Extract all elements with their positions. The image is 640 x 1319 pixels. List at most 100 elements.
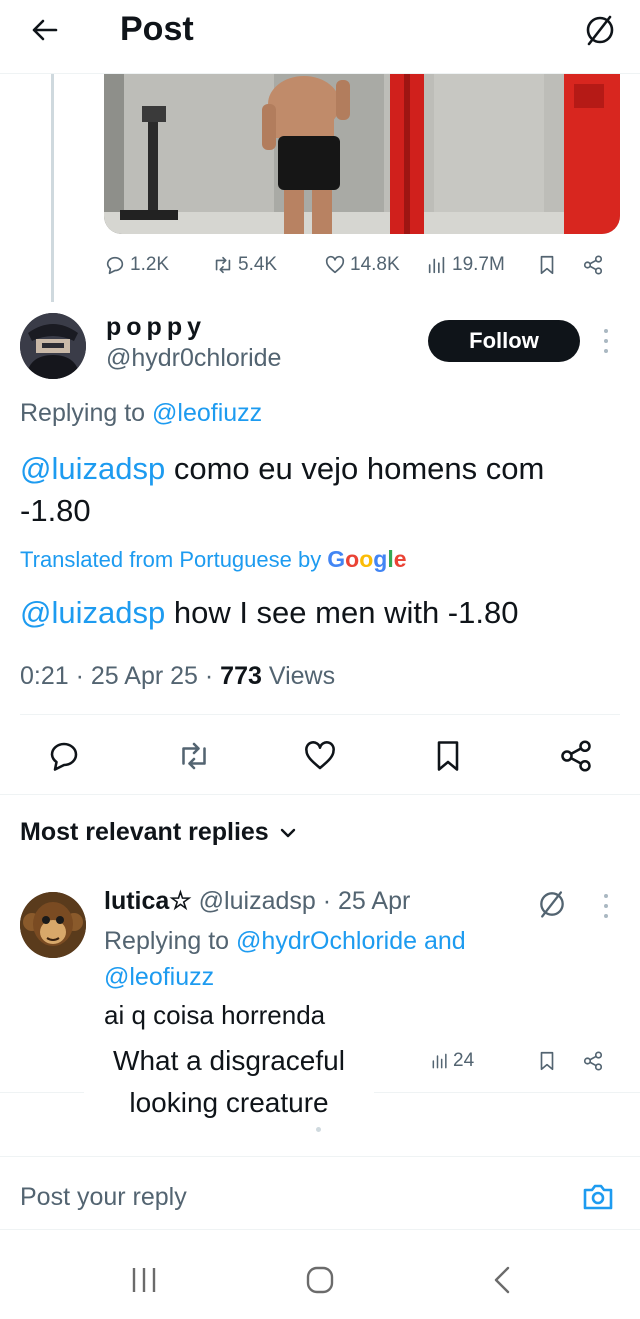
share-icon [583, 255, 603, 275]
repost-icon [182, 742, 206, 770]
comment-icon [50, 742, 78, 771]
replying-to-link[interactable]: @leofiuzz [104, 963, 214, 991]
bookmark-icon [540, 1051, 554, 1071]
post-date: 25 Apr 25 [90, 662, 198, 690]
reply-date: 25 Apr [338, 887, 411, 915]
post-time: 0:21 [20, 662, 69, 690]
sort-label: Most relevant replies [20, 818, 269, 846]
bookmark-button[interactable] [430, 738, 466, 774]
reply-more-options-button[interactable] [596, 890, 616, 922]
translation-attribution[interactable]: Translated from Portuguese by Google [20, 546, 407, 573]
avatar-image [20, 313, 86, 379]
share-button[interactable] [558, 738, 594, 774]
reply-button[interactable] [46, 738, 82, 774]
google-logo: Google [327, 546, 407, 572]
repost-button[interactable] [176, 738, 212, 774]
post-metadata: 0:21 · 25 Apr 25 · 773 Views [20, 662, 335, 691]
repost-stat[interactable]: 5.4K [212, 254, 277, 276]
repost-count: 5.4K [238, 254, 278, 275]
views-count: 19.7M [452, 254, 505, 275]
more-vertical-icon [604, 329, 608, 353]
share-icon [583, 1051, 603, 1071]
divider [0, 794, 640, 795]
reply-count: 1.2K [130, 254, 170, 275]
mention-link[interactable]: @luizadsp [20, 451, 165, 486]
thread-connector-line [51, 74, 54, 302]
camera-icon [583, 1184, 613, 1210]
scroll-indicator-dot [316, 1127, 321, 1132]
caption-line-2: looking creature [129, 1087, 329, 1118]
top-app-bar: Post [0, 0, 640, 74]
reply-compose-bar[interactable]: Post your reply [0, 1156, 640, 1230]
home-icon [306, 1266, 334, 1294]
caption-line-1: What a disgraceful [113, 1045, 345, 1076]
reply-display-name[interactable]: lutica☆ [104, 887, 192, 915]
translated-body: @luizadsp how I see men with -1.80 [20, 592, 620, 634]
reply-header: lutica☆ @luizadsp · 25 Apr [104, 886, 410, 916]
views-stat[interactable]: 19.7M [426, 254, 505, 276]
more-options-button[interactable] [596, 324, 616, 358]
like-button[interactable] [302, 738, 338, 774]
replying-and: and [424, 927, 466, 955]
views-number: 773 [220, 662, 262, 690]
replying-to-link[interactable]: @leofiuzz [152, 399, 262, 427]
reply-engagement-bar: 24 [430, 1050, 630, 1078]
share-button[interactable] [582, 254, 604, 276]
reply-bookmark-button[interactable] [536, 1050, 558, 1078]
reply-input[interactable]: Post your reply [20, 1183, 187, 1212]
author-handle[interactable]: @hydr0chloride [106, 344, 281, 373]
chevron-left-icon [494, 1266, 510, 1294]
translated-text: how I see men with -1.80 [173, 595, 519, 630]
system-back-button[interactable] [484, 1260, 524, 1300]
heart-icon [325, 255, 345, 274]
translated-mention-link[interactable]: @luizadsp [20, 595, 165, 630]
meme-caption-overlay: What a disgraceful looking creature [84, 1040, 374, 1124]
like-stat[interactable]: 14.8K [324, 254, 400, 276]
replying-to-link[interactable]: @hydrOchloride [236, 927, 417, 955]
grok-button[interactable] [582, 12, 618, 48]
reply-replying-to-line: Replying to @hydrOchloride and @leofiuzz [104, 923, 524, 995]
post-body: @luizadsp como eu vejo homens com -1.80 [20, 448, 620, 532]
system-navigation-bar [0, 1230, 640, 1319]
analytics-icon [428, 256, 445, 274]
share-icon [561, 740, 591, 772]
avatar[interactable] [20, 313, 86, 379]
chevron-down-icon [280, 828, 295, 837]
monkey-avatar-image [20, 892, 86, 958]
post-action-bar [0, 730, 640, 782]
reply-views-stat[interactable]: 24 [430, 1050, 474, 1072]
replying-to-line: Replying to @leofiuzz [20, 399, 262, 428]
translation-label: Translated from Portuguese by [20, 547, 322, 572]
follow-button[interactable]: Follow [428, 320, 580, 362]
heart-icon [305, 741, 335, 770]
camera-button[interactable] [580, 1179, 616, 1215]
reply-body: ai q coisa horrenda [104, 1000, 326, 1030]
recents-button[interactable] [124, 1260, 164, 1300]
separator-dot: · [322, 887, 332, 915]
grok-icon [586, 15, 614, 46]
repost-icon [215, 256, 231, 274]
separator-dot: · [75, 662, 84, 690]
separator-dot: · [204, 662, 214, 690]
post-media-image[interactable] [104, 74, 620, 234]
author-display-name[interactable]: poppy [106, 313, 206, 342]
more-vertical-icon [604, 894, 608, 918]
page-title: Post [120, 10, 194, 48]
reply-views-count: 24 [453, 1050, 475, 1071]
bookmark-button[interactable] [536, 254, 558, 276]
bookmark-icon [540, 255, 554, 275]
post-engagement-bar: 1.2K 5.4K 14.8K 19.7M [104, 250, 624, 282]
replies-sort-dropdown[interactable]: Most relevant replies [20, 818, 297, 847]
replying-prefix: Replying to [20, 399, 146, 427]
reply-grok-button[interactable] [536, 888, 568, 920]
arrow-left-icon [32, 19, 58, 41]
comment-icon [106, 256, 124, 275]
back-button[interactable] [28, 12, 60, 48]
reply-share-button[interactable] [582, 1050, 604, 1078]
divider [20, 714, 620, 715]
home-button[interactable] [300, 1260, 340, 1300]
reply-stat[interactable]: 1.2K [104, 254, 169, 276]
reply-avatar[interactable] [20, 892, 86, 958]
gym-photo-image [104, 74, 620, 234]
reply-handle[interactable]: @luizadsp [199, 887, 316, 915]
